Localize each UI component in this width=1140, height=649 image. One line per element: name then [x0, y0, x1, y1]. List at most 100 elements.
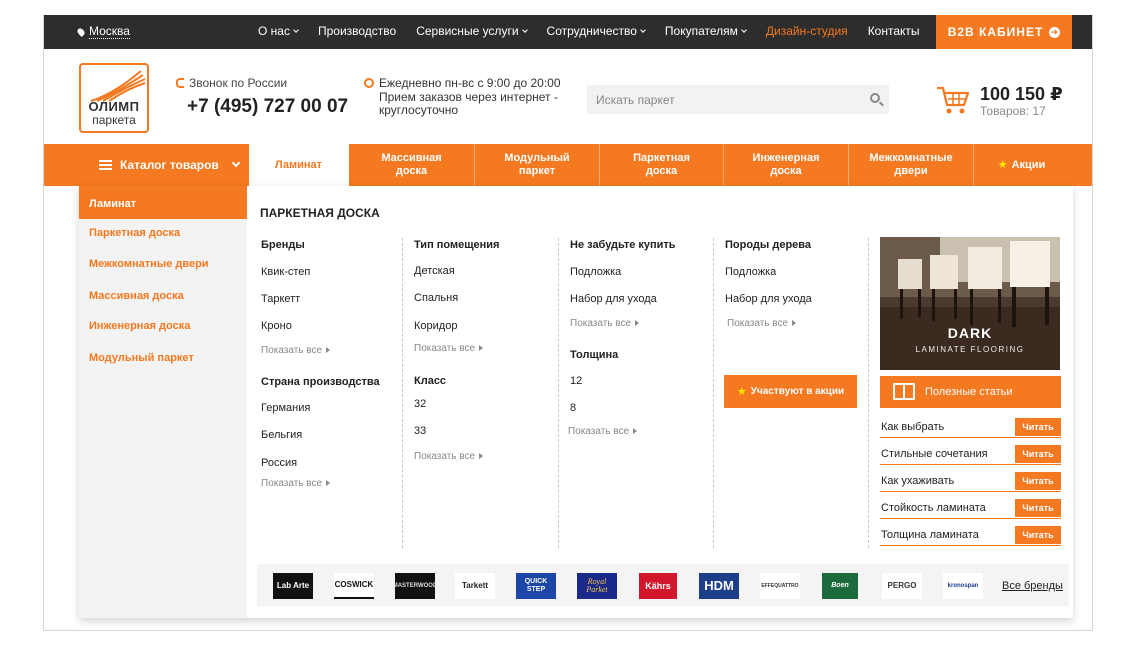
filter-link[interactable]: Бельгия: [261, 429, 302, 441]
promo-banner[interactable]: DARK LAMINATE FLOORING: [880, 237, 1060, 370]
filter-link[interactable]: Кроно: [261, 320, 292, 332]
cart-count: Товаров: 17: [980, 104, 1046, 118]
top-nav: О нас Производство Сервисные услуги Сотр…: [258, 24, 940, 38]
sidebar-item-parquet-board[interactable]: Паркетная доска: [89, 227, 180, 239]
promo-button[interactable]: ★ Участвуют в акции: [724, 375, 857, 408]
tab-engineered-board[interactable]: Инженерная доска: [724, 144, 849, 186]
clock-icon: [364, 78, 374, 88]
filter-link[interactable]: Россия: [261, 457, 297, 469]
banner-title: DARK: [947, 325, 993, 341]
show-all-link[interactable]: Показать все: [414, 451, 483, 462]
cart-icon[interactable]: [936, 85, 970, 115]
show-all-link[interactable]: Показать все: [414, 343, 483, 354]
catalog-label: Каталог товаров: [120, 158, 219, 172]
tab-parquet-board[interactable]: Паркетная доска: [600, 144, 724, 186]
show-all-link[interactable]: Показать все: [570, 318, 639, 329]
column-divider: [558, 238, 559, 548]
brand-logo-labarte[interactable]: Lab Arte: [273, 573, 313, 599]
top-nav-design-studio[interactable]: Дизайн-студия: [766, 24, 848, 38]
article-item[interactable]: Как выбрать Читать: [880, 418, 1061, 438]
filter-link[interactable]: Германия: [261, 402, 310, 414]
filter-link[interactable]: Набор для ухода: [570, 293, 657, 305]
sidebar-item-interior-doors[interactable]: Межкомнатные двери: [89, 258, 209, 270]
filter-link[interactable]: 33: [414, 425, 426, 437]
brand-logo-royal-parket[interactable]: Royal Parket: [577, 573, 617, 599]
filter-link[interactable]: Набор для ухода: [725, 293, 812, 305]
sidebar-item-massive-board[interactable]: Массивная доска: [89, 290, 184, 302]
filter-link[interactable]: Подложка: [570, 266, 621, 278]
b2b-cabinet-button[interactable]: B2B КАБИНЕТ ➜: [936, 15, 1072, 49]
brand-logo-masterwood[interactable]: MASTERWOOD: [395, 573, 435, 599]
sidebar-item-engineered-board[interactable]: Инженерная доска: [89, 320, 190, 332]
filter-link[interactable]: 32: [414, 398, 426, 410]
arrow-right-icon: ➜: [1049, 26, 1061, 38]
city-selector[interactable]: Москва: [76, 24, 130, 39]
brand-logo-boen[interactable]: Boen: [822, 573, 858, 599]
show-all-link[interactable]: Показать все: [727, 318, 796, 329]
column-divider: [713, 238, 714, 548]
read-button[interactable]: Читать: [1015, 445, 1061, 463]
article-item[interactable]: Стойкость ламината Читать: [880, 499, 1061, 519]
top-nav-label: Производство: [317, 24, 397, 38]
search-box: [587, 85, 889, 114]
phone-icon: [176, 78, 184, 88]
show-all-link[interactable]: Показать все: [568, 426, 637, 437]
tab-laminate[interactable]: Ламинат: [249, 144, 349, 186]
filter-link[interactable]: Таркетт: [261, 293, 300, 305]
article-item[interactable]: Стильные сочетания Читать: [880, 445, 1061, 465]
site-logo[interactable]: ОЛИМП паркета: [79, 63, 149, 133]
thickness-heading: Толщина: [570, 349, 619, 361]
read-button[interactable]: Читать: [1015, 499, 1061, 517]
brand-logo-hdm[interactable]: HDM: [699, 573, 739, 599]
read-button[interactable]: Читать: [1015, 526, 1061, 544]
top-nav-contacts[interactable]: Контакты: [868, 24, 920, 38]
brands-heading: Бренды: [261, 239, 305, 251]
category-tabs: Ламинат Массивная доска Модульный паркет…: [249, 144, 1069, 186]
article-title: Стильные сочетания: [881, 448, 988, 460]
top-nav-about[interactable]: О нас: [258, 24, 299, 38]
top-nav-cooperation[interactable]: Сотрудничество: [547, 24, 646, 38]
brand-logo-kahrs[interactable]: Kährs: [639, 573, 677, 599]
brand-logo-tarkett[interactable]: Tarkett: [455, 573, 495, 599]
read-button[interactable]: Читать: [1015, 472, 1061, 490]
cart-total[interactable]: 100 150 ₽: [980, 84, 1063, 105]
sidebar-item-modular-parquet[interactable]: Модульный паркет: [89, 352, 194, 364]
filter-link[interactable]: Спальня: [414, 292, 458, 304]
top-nav-customers[interactable]: Покупателям: [665, 24, 747, 38]
brand-logo-pergo[interactable]: PERGO: [882, 573, 922, 599]
star-icon: ★: [997, 158, 1008, 171]
brand-logo-kronospan[interactable]: kronospan: [943, 573, 983, 599]
article-title: Как ухаживать: [881, 475, 955, 487]
filter-link[interactable]: 8: [570, 402, 576, 414]
phone-number[interactable]: +7 (495) 727 00 07: [187, 96, 348, 118]
article-item[interactable]: Толщина ламината Читать: [880, 526, 1061, 546]
show-all-link[interactable]: Показать все: [261, 478, 330, 489]
tab-interior-doors[interactable]: Межкомнатные двери: [849, 144, 974, 186]
city-label: Москва: [89, 24, 130, 39]
tab-promotions[interactable]: ★ Акции: [974, 144, 1069, 186]
filter-link[interactable]: Коридор: [414, 320, 457, 332]
useful-articles-button[interactable]: Полезные статьи: [880, 376, 1061, 408]
catalog-nav: Каталог товаров Ламинат Массивная доска …: [44, 144, 1092, 186]
tab-massive-board[interactable]: Массивная доска: [349, 144, 475, 186]
filter-link[interactable]: Детская: [414, 265, 455, 277]
search-icon[interactable]: [870, 93, 880, 103]
brand-logo-effequattro[interactable]: EFFEQUATTRO: [760, 573, 800, 599]
filter-link[interactable]: Квик-степ: [261, 266, 310, 278]
promo-label: Участвуют в акции: [750, 386, 845, 397]
hours-text: Ежедневно пн-вс с 9:00 до 20:00: [379, 76, 561, 90]
top-nav-services[interactable]: Сервисные услуги: [416, 24, 528, 38]
phone-label: Звонок по России: [176, 76, 287, 90]
filter-link[interactable]: 12: [570, 375, 582, 387]
brand-logo-coswick[interactable]: COSWICK: [334, 573, 374, 599]
sidebar-item-laminate[interactable]: Ламинат: [79, 186, 247, 219]
top-nav-production[interactable]: Производство: [318, 24, 396, 38]
brand-logo-quickstep[interactable]: QUICK STEP: [516, 573, 556, 599]
article-item[interactable]: Как ухаживать Читать: [880, 472, 1061, 492]
tab-modular-parquet[interactable]: Модульный паркет: [475, 144, 600, 186]
search-input[interactable]: [587, 85, 889, 114]
all-brands-link[interactable]: Все бренды: [1002, 580, 1063, 592]
read-button[interactable]: Читать: [1015, 418, 1061, 436]
show-all-link[interactable]: Показать все: [261, 345, 330, 356]
filter-link[interactable]: Подложка: [725, 266, 776, 278]
